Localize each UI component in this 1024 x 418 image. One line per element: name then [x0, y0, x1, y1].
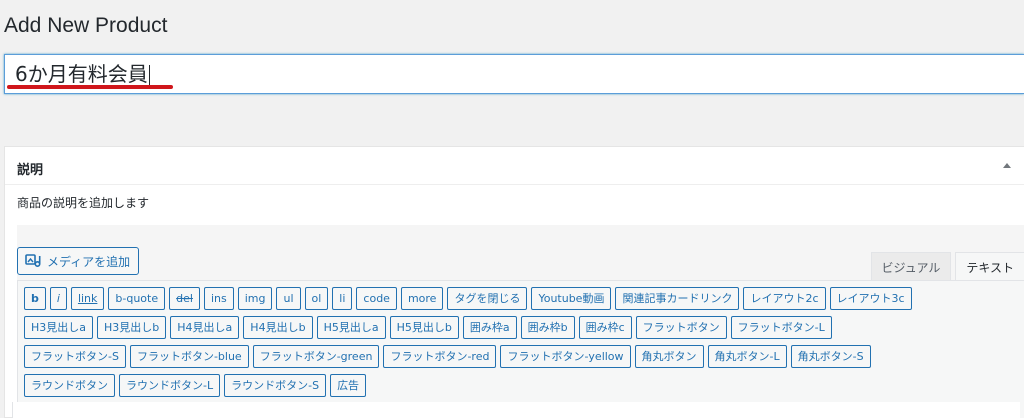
quicktag-button[interactable]: H3見出しb	[97, 316, 167, 339]
quicktags-row-2: H3見出しa H3見出しb H4見出しa H4見出しb H5見出しa H5見出しb 囲み枠a…	[24, 316, 1024, 339]
add-media-button[interactable]: メディアを追加	[17, 247, 140, 275]
postbox-heading: 説明	[17, 163, 44, 178]
quicktag-button[interactable]: 角丸ボタン-L	[707, 345, 787, 368]
quicktag-button[interactable]: フラットボタン-green	[252, 345, 380, 368]
tab-text[interactable]: テキスト	[955, 252, 1024, 280]
quicktag-button[interactable]: code	[356, 287, 397, 310]
quicktag-button[interactable]: li	[332, 287, 353, 310]
quicktag-button[interactable]: more	[400, 287, 444, 310]
quicktag-button[interactable]: H5見出しb	[389, 316, 459, 339]
quicktag-button[interactable]: フラットボタン	[635, 316, 727, 339]
quicktag-button[interactable]: タグを閉じる	[447, 287, 528, 310]
quicktag-button[interactable]: H4見出しa	[170, 316, 240, 339]
quicktag-button[interactable]: i	[49, 287, 67, 310]
quicktag-button[interactable]: ul	[276, 287, 301, 310]
quicktag-button[interactable]: link	[70, 287, 105, 310]
page-title: Add New Product	[4, 14, 168, 37]
quicktag-button[interactable]: Youtube動画	[531, 287, 612, 310]
quicktag-button[interactable]: ol	[304, 287, 329, 310]
product-title-value: 6か月有料会員	[15, 62, 148, 86]
quicktag-button[interactable]: ins	[203, 287, 234, 310]
quicktags-toolbar: b i link b-quote del ins img ul ol li code more タグを閉…	[17, 280, 1024, 418]
quicktag-button[interactable]: b	[24, 287, 46, 310]
quicktags-row-3: フラットボタン-S フラットボタン-blue フラットボタン-green フラットボタ…	[24, 345, 1024, 368]
media-add-icon	[25, 254, 41, 268]
text-caret	[148, 64, 150, 87]
quicktag-button[interactable]: ラウンドボタン	[24, 374, 115, 397]
quicktag-button[interactable]: b-quote	[108, 287, 166, 310]
description-postbox: 説明 商品の説明を追加します メディアを追加 ビジュアル テキスト b i link…	[4, 146, 1024, 418]
quicktag-button[interactable]: フラットボタン-L	[730, 316, 832, 339]
quicktags-row-1: b i link b-quote del ins img ul ol li code more タグを閉…	[24, 287, 1024, 310]
description-helper-text: 商品の説明を追加します	[17, 196, 150, 210]
postbox-header[interactable]: 説明	[5, 147, 1024, 185]
red-underline-annotation	[7, 85, 173, 89]
add-media-label: メディアを追加	[47, 254, 131, 269]
quicktag-button[interactable]: ラウンドボタン-L	[119, 374, 221, 397]
quicktag-button[interactable]: H4見出しb	[243, 316, 313, 339]
quicktag-button[interactable]: H5見出しa	[316, 316, 386, 339]
quicktag-button[interactable]: img	[237, 287, 273, 310]
quicktag-button[interactable]: フラットボタン-blue	[129, 345, 249, 368]
quicktag-button[interactable]: 関連記事カードリンク	[615, 287, 740, 310]
quicktag-button[interactable]: del	[169, 287, 200, 310]
quicktags-row-4: ラウンドボタン ラウンドボタン-L ラウンドボタン-S 広告	[24, 374, 1024, 397]
quicktag-button[interactable]: 囲み枠c	[578, 316, 632, 339]
quicktag-button[interactable]: 囲み枠a	[462, 316, 517, 339]
quicktag-button[interactable]: 囲み枠b	[520, 316, 575, 339]
quicktag-button[interactable]: レイアウト2c	[743, 287, 826, 310]
quicktag-button[interactable]: フラットボタン-red	[383, 345, 497, 368]
triangle-up-icon[interactable]	[1003, 163, 1011, 168]
quicktag-button[interactable]: 広告	[330, 374, 367, 397]
quicktag-button[interactable]: レイアウト3c	[829, 287, 912, 310]
quicktag-button[interactable]: フラットボタン-yellow	[500, 345, 631, 368]
quicktag-button[interactable]: 角丸ボタン-S	[790, 345, 871, 368]
quicktag-button[interactable]: H3見出しa	[24, 316, 94, 339]
quicktag-button[interactable]: ラウンドボタン-S	[224, 374, 327, 397]
editor-tabs: ビジュアル テキスト	[867, 252, 1024, 280]
editor-area: メディアを追加 ビジュアル テキスト b i link b-quote del ins im…	[17, 225, 1024, 418]
editor-content-area[interactable]	[12, 402, 1020, 418]
quicktag-button[interactable]: フラットボタン-S	[24, 345, 126, 368]
quicktag-button[interactable]: 角丸ボタン	[634, 345, 704, 368]
tab-visual[interactable]: ビジュアル	[870, 252, 952, 280]
